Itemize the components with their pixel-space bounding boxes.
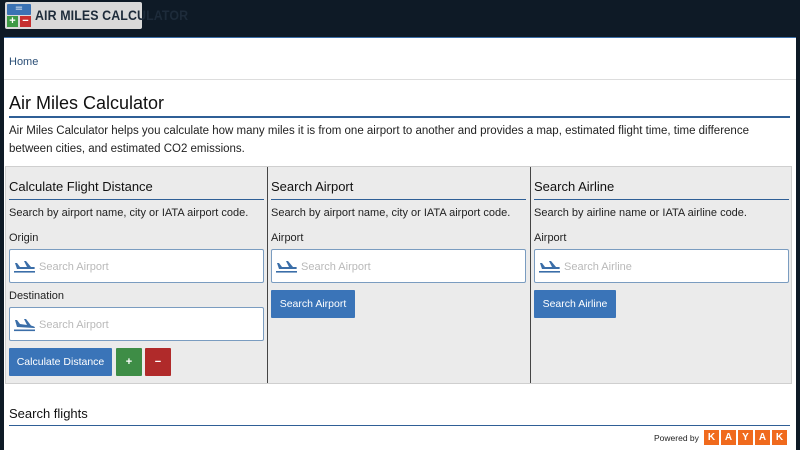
origin-field[interactable] bbox=[9, 249, 264, 283]
airline-panel: Search Airline Search by airline name or… bbox=[531, 167, 791, 383]
site-logo[interactable]: = + − AIR MILES CALCULATOR bbox=[5, 2, 188, 29]
airplane-icon bbox=[539, 261, 560, 273]
airplane-landing-icon bbox=[14, 319, 35, 332]
title-underline bbox=[9, 116, 790, 118]
top-navbar: = + − AIR MILES CALCULATOR bbox=[0, 0, 800, 36]
airport-heading: Search Airport bbox=[271, 179, 354, 194]
distance-description: Search by airport name, city or IATA air… bbox=[9, 207, 249, 219]
search-airline-button[interactable]: Search Airline bbox=[534, 290, 616, 318]
search-flights-heading: Search flights bbox=[9, 406, 88, 421]
kayak-letter: K bbox=[704, 430, 719, 445]
destination-label: Destination bbox=[9, 290, 65, 302]
kayak-letter: Y bbox=[738, 430, 753, 445]
airport-label: Airport bbox=[271, 232, 304, 244]
airport-search-input[interactable] bbox=[301, 258, 516, 276]
intro-text: Air Miles Calculator helps you calculate… bbox=[9, 125, 749, 155]
airline-heading: Search Airline bbox=[534, 179, 615, 194]
destination-field[interactable] bbox=[9, 307, 264, 341]
remove-stop-button[interactable]: − bbox=[145, 348, 171, 376]
search-panels: Calculate Flight Distance Search by airp… bbox=[5, 166, 792, 384]
origin-label: Origin bbox=[9, 232, 39, 244]
airline-field[interactable] bbox=[534, 249, 789, 283]
distance-heading: Calculate Flight Distance bbox=[9, 179, 153, 194]
calculator-logo-icon: = + − bbox=[7, 4, 31, 27]
kayak-logo[interactable]: K A Y A K bbox=[704, 430, 787, 445]
kayak-letter: A bbox=[755, 430, 770, 445]
add-stop-button[interactable]: + bbox=[116, 348, 142, 376]
logo-text: AIR MILES CALCULATOR bbox=[35, 8, 189, 23]
airplane-icon bbox=[14, 261, 35, 273]
airline-search-input[interactable] bbox=[564, 258, 779, 276]
calculate-distance-button[interactable]: Calculate Distance bbox=[9, 348, 112, 376]
airline-heading-rule bbox=[534, 199, 789, 200]
distance-heading-rule bbox=[9, 199, 264, 200]
breadcrumb-divider bbox=[4, 79, 796, 80]
main-content: Home Air Miles Calculator Air Miles Calc… bbox=[4, 37, 796, 450]
airport-description: Search by airport name, city or IATA air… bbox=[271, 207, 511, 219]
logo-minus-tile: − bbox=[20, 16, 31, 27]
page-title: Air Miles Calculator bbox=[9, 93, 165, 113]
airport-field[interactable] bbox=[271, 249, 526, 283]
powered-by-label: Powered by bbox=[654, 433, 699, 443]
airline-description: Search by airline name or IATA airline c… bbox=[534, 207, 747, 219]
airport-heading-rule bbox=[271, 199, 526, 200]
airport-panel: Search Airport Search by airport name, c… bbox=[268, 167, 531, 383]
breadcrumb-home-link[interactable]: Home bbox=[9, 56, 38, 68]
airplane-icon bbox=[276, 261, 297, 273]
airline-label: Airport bbox=[534, 232, 567, 244]
destination-input[interactable] bbox=[39, 316, 254, 334]
kayak-letter: A bbox=[721, 430, 736, 445]
kayak-letter: K bbox=[772, 430, 787, 445]
logo-plus-tile: + bbox=[7, 16, 18, 27]
search-flights-rule bbox=[9, 425, 790, 426]
logo-equals-tile: = bbox=[7, 4, 31, 15]
distance-panel: Calculate Flight Distance Search by airp… bbox=[6, 167, 268, 383]
origin-input[interactable] bbox=[39, 258, 254, 276]
search-airport-button[interactable]: Search Airport bbox=[271, 290, 355, 318]
